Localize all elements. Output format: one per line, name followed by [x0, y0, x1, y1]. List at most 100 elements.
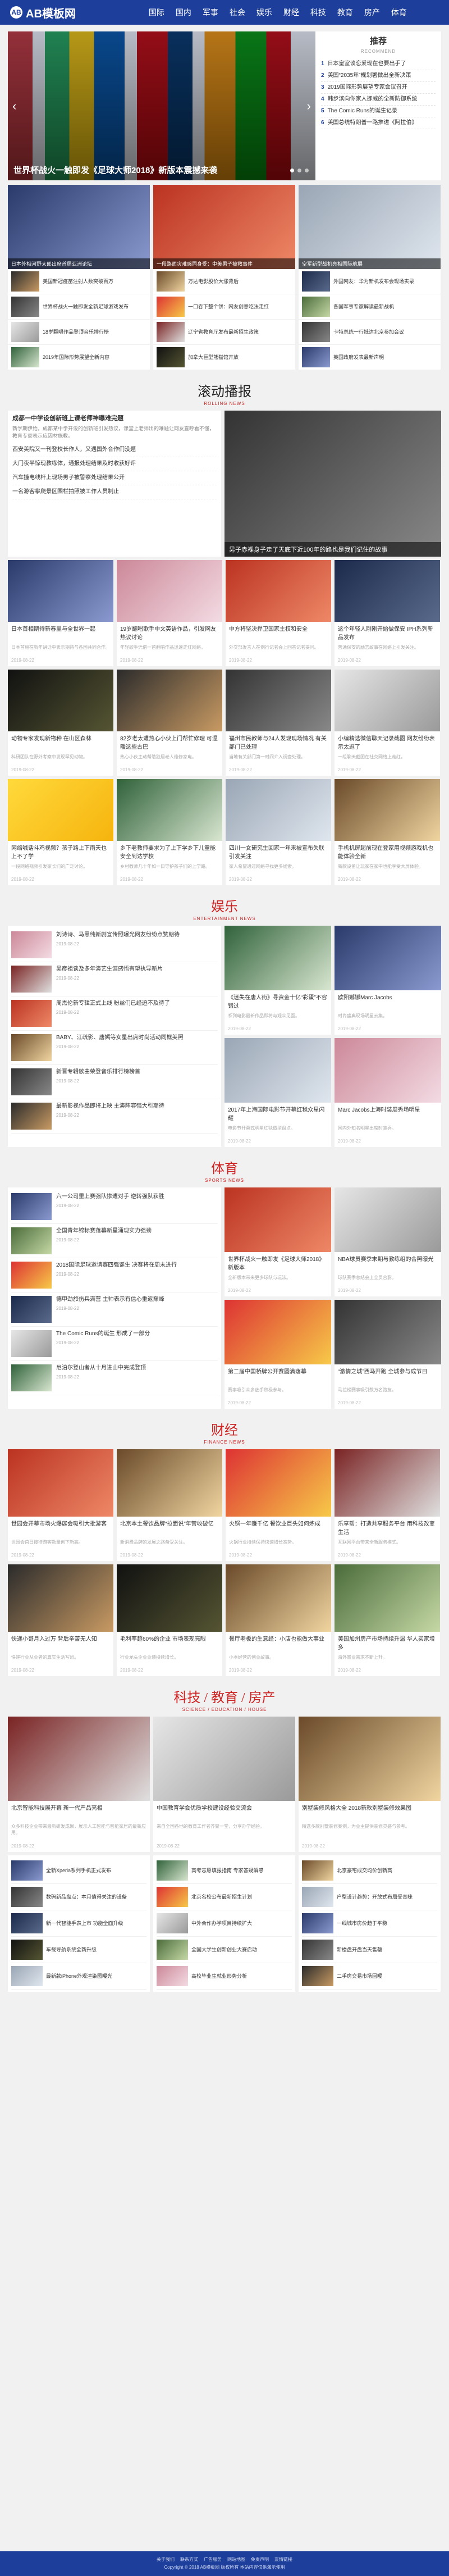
news-card[interactable]: 19岁翻唱歌手中文英语作品，引发网友热议讨论 年轻歌手凭借一首翻唱作品迅速走红网络…: [117, 560, 222, 666]
news-card[interactable]: 火锅一年赚千亿 餐饮业巨头如何炼成 火锅行业持续保持快速增长态势。 2019-08-…: [226, 1449, 331, 1561]
recommend-item[interactable]: 5 The Comic Runs的诞生记录: [321, 106, 436, 117]
news-card[interactable]: 手机机屏超前现在登家用视频游戏机也能体验全新 新款设备让玩家在家中也能享受大屏体验…: [335, 779, 440, 885]
list-item[interactable]: 全新Xperia系列手机正式发布: [11, 1858, 146, 1884]
recommend-item[interactable]: 2 美国“2035年”规划署做出全新决策: [321, 70, 436, 82]
list-item[interactable]: 卡特总统一行抵达北京参加会议: [299, 320, 441, 345]
news-card[interactable]: 福州市民教师与24人发现现场情况 有关部门已处理 当地有关部门第一时间介入调查处理…: [226, 670, 331, 776]
nav-item[interactable]: 国内: [170, 0, 197, 25]
list-item[interactable]: 周杰伦新专辑正式上线 粉丝们已经迫不及待了 2019-08-22: [11, 996, 218, 1031]
list-item[interactable]: 中外合作办学项目持续扩大: [157, 1910, 292, 1937]
hero-caption[interactable]: 一段路面灾难感同身受：中美男子被救事件: [153, 258, 295, 269]
footer-link[interactable]: 关于我们: [157, 2556, 175, 2564]
news-card[interactable]: NBA球员赛季末期与教练组的合照曝光 球队赛季总结会上全员合影。 2019-08-2…: [335, 1187, 441, 1296]
list-item[interactable]: 吴彦祖谈及多年演艺生涯感悟有望执导新片 2019-08-22: [11, 962, 218, 996]
feature-caption[interactable]: 男子赤裸身子走了天底下近100年的路也是我们记住的故事: [224, 542, 441, 557]
list-item[interactable]: 最新影视作品即将上映 主演阵容强大引期待 2019-08-22: [11, 1099, 218, 1134]
list-item[interactable]: 一名游客攀爬景区围栏拍照被工作人员制止: [12, 485, 217, 499]
nav-item[interactable]: 财经: [278, 0, 305, 25]
slider-next-icon[interactable]: ›: [307, 99, 311, 113]
news-card[interactable]: “激情之城”西马开跑 全城参与成节日 马拉松赛事吸引数万名跑友。 2019-08-2…: [335, 1300, 441, 1409]
recommend-item[interactable]: 1 日本皇室谈恋爱现在也要出手了: [321, 58, 436, 70]
list-item[interactable]: BABY、江疏影、唐嫣等女星出席时尚活动同框美照 2019-08-22: [11, 1031, 218, 1065]
rolling-feature-image[interactable]: 男子赤裸身子走了天底下近100年的路也是我们记住的故事: [224, 411, 441, 557]
news-card[interactable]: 第二届中国桥牌公开赛圆满落幕 赛事吸引众多选手积极参与。 2019-08-22: [224, 1300, 331, 1409]
hero-slider[interactable]: ‹ › 世界杯战火一触即发《足球大师2018》新版本震撼来袭: [8, 31, 315, 180]
news-card[interactable]: 2017年上海国际电影节开幕红毯众星闪耀 电影节开幕式明星红毯造型盘点。 2019-…: [224, 1038, 331, 1147]
recommend-item[interactable]: 6 美国总统特朗普一路推进《阿拉伯》: [321, 117, 436, 129]
list-item[interactable]: 西安美院又一刊登校长作人，又遇国外合作们没题: [12, 443, 217, 457]
news-card[interactable]: 《迷失在唐人街》寻资金十亿“彩蛋”不容错过 系列电影最新作品即将与观众见面。 201…: [224, 926, 331, 1035]
news-card[interactable]: 世园会开幕市场火爆展会吸引大批游客 世园会首日接待游客数量创下新高。 2019-08…: [8, 1449, 113, 1561]
list-item[interactable]: 六一公司里上赛强队惨遭对手 逆转强队获胜 2019-08-22: [11, 1190, 218, 1224]
news-card[interactable]: 乡下老教师要求为了上下学乡下儿童能安全到达学校 乡村教师几十年如一日守护孩子们的上…: [117, 779, 222, 885]
list-item[interactable]: 数码新品盘点：本月值得关注的设备: [11, 1884, 146, 1910]
list-item[interactable]: 万达电影股价大涨背后: [153, 269, 295, 294]
news-card[interactable]: 网络喊话斗鸡视频？孩子路上下雨天也上不了学 一段网络视频引发家长们的广泛讨论。 20…: [8, 779, 113, 885]
news-card[interactable]: 餐厅老板的生意经：小店也能做大事业 小本经营的创业故事。 2019-08-22: [226, 1564, 331, 1676]
news-card[interactable]: Marc Jacobs上海时装周秀场明星 国内外知名明星出席时装秀。 2019-08…: [335, 1038, 441, 1147]
recommend-item[interactable]: 4 韩步滨向你家人挪威的全新防御系统: [321, 94, 436, 106]
slider-prev-icon[interactable]: ‹: [12, 99, 16, 113]
list-item[interactable]: 刘诗诗、马思纯新剧宣传照曝光网友纷纷点赞期待 2019-08-22: [11, 928, 218, 962]
list-item[interactable]: 世界杯战火一触即发全新足球游戏发布: [8, 294, 150, 320]
news-card[interactable]: 快递小哥月入过万 背后辛苦无人知 快递行业从业者的真实生活写照。 2019-08-2…: [8, 1564, 113, 1676]
news-card[interactable]: 82岁老太遭热心小伙上门帮忙修理 可温暖这些古巴 热心小伙主动帮助独居老人维修家电…: [117, 670, 222, 776]
footer-link[interactable]: 广告服务: [204, 2556, 222, 2564]
news-card[interactable]: 中方将坚决捍卫国家主权和安全 外交部发言人在例行记者会上回答记者提问。 2019-0…: [226, 560, 331, 666]
recommend-item[interactable]: 3 2019国际形势展望专家会议召开: [321, 82, 436, 94]
list-item[interactable]: 辽宁省教育厅发布最新招生政策: [153, 320, 295, 345]
list-item[interactable]: 德甲劲旅伤兵满营 主帅表示有信心重返巅峰 2019-08-22: [11, 1292, 218, 1327]
list-item[interactable]: 新楼盘开盘当天售罄: [302, 1937, 437, 1963]
site-logo[interactable]: AB AB模板网: [10, 4, 76, 21]
footer-link[interactable]: 友情链接: [274, 2556, 292, 2564]
news-card[interactable]: 中国教育学会优质学校建设经验交流会 来自全国各地的教育工作者齐聚一堂，分享办学经验…: [153, 1717, 295, 1852]
list-item[interactable]: 二手房交易市场回暖: [302, 1963, 437, 1990]
news-card[interactable]: 乐享帮：打造共享服务平台 用科技改变生活 互联网平台带来全新服务模式。 2019-0…: [335, 1449, 440, 1561]
news-card[interactable]: 美国加州房产市场持续升温 华人买家增多 海外置业需求不断上升。 2019-08-22: [335, 1564, 440, 1676]
list-item[interactable]: The Comic Runs的诞生 形成了一部分 2019-08-22: [11, 1327, 218, 1361]
slider-dot[interactable]: [297, 169, 301, 172]
list-item[interactable]: 美国新冠疫苗注射人数突破百万: [8, 269, 150, 294]
footer-link[interactable]: 联系方式: [180, 2556, 198, 2564]
list-item[interactable]: 2018国际足球邀请赛四强诞生 决赛将在周末进行 2019-08-22: [11, 1258, 218, 1292]
slider-dot[interactable]: [290, 169, 294, 172]
hero-caption[interactable]: 日本外相河野太郎出席首届亚洲论坛: [8, 258, 150, 269]
list-item[interactable]: 汽车撞电线杆上现场男子被警察处理结果公开: [12, 471, 217, 485]
list-item[interactable]: 新晋专辑歌曲荣登音乐排行榜榜首 2019-08-22: [11, 1065, 218, 1099]
list-item[interactable]: 高校毕业生就业形势分析: [157, 1963, 292, 1990]
list-item[interactable]: 车载导航系统全新升级: [11, 1937, 146, 1963]
nav-item[interactable]: 娱乐: [251, 0, 278, 25]
list-item[interactable]: 全国大学生创新创业大赛启动: [157, 1937, 292, 1963]
list-item[interactable]: 大门夜半惊现教练体，通报处理结果及时收获好评: [12, 457, 217, 471]
list-item[interactable]: 户型设计趋势：开放式布局受青睐: [302, 1884, 437, 1910]
hero-caption[interactable]: 空军新型战机亮相国际航展: [299, 258, 441, 269]
footer-link[interactable]: 网站地图: [227, 2556, 245, 2564]
news-card[interactable]: 小编精选微信聊天记录截图 网友纷纷表示太逗了 一组聊天截图在社交网络上走红。 201…: [335, 670, 440, 776]
list-item[interactable]: 尼泊尔登山者从十月进山中完成登顶 2019-08-22: [11, 1361, 218, 1395]
list-item[interactable]: 各国军事专家解读最新战机: [299, 294, 441, 320]
nav-item[interactable]: 军事: [197, 0, 224, 25]
list-item[interactable]: 外国网友：华为新机发布会现场实录: [299, 269, 441, 294]
list-item[interactable]: 一线城市房价趋于平稳: [302, 1910, 437, 1937]
list-item[interactable]: 全国青年锦标赛落幕新星涌现实力强劲 2019-08-22: [11, 1224, 218, 1258]
list-item[interactable]: 北京名校公布最新招生计划: [157, 1884, 292, 1910]
news-card[interactable]: 北京智能科技展开幕 新一代产品亮相 众多科技企业带来最新研发成果，展示人工智能与智…: [8, 1717, 150, 1852]
nav-item[interactable]: 社会: [224, 0, 251, 25]
news-card[interactable]: 动物专家发现新物种 在山区森林 科研团队在野外考察中发现罕见动物。 2019-08-…: [8, 670, 113, 776]
news-card[interactable]: 世界杯战火一触即发《足球大师2018》新版本 全新版本带来更多球队与玩法。 2019…: [224, 1187, 331, 1296]
lead-headline[interactable]: 成都一中学设创新班上课老师神曝难完题: [12, 414, 217, 423]
news-card[interactable]: 四川一女研究生回家一年来被宣布失联引发关注 家人希望通过网络寻找更多线索。 2019…: [226, 779, 331, 885]
list-item[interactable]: 最新款iPhone外观渲染图曝光: [11, 1963, 146, 1990]
list-item[interactable]: 高考志愿填报指南 专家答疑解惑: [157, 1858, 292, 1884]
footer-link[interactable]: 免责声明: [251, 2556, 269, 2564]
list-item[interactable]: 加拿大巨型熊猫馆开放: [153, 345, 295, 370]
list-item[interactable]: 18岁翻唱作品登顶音乐排行榜: [8, 320, 150, 345]
list-item[interactable]: 2019年国际形势展望全新内容: [8, 345, 150, 370]
news-card[interactable]: 日本首相期待新春里与全世界一起 日本首相在新年讲话中表示期待与各国共同合作。 201…: [8, 560, 113, 666]
list-item[interactable]: 英国政府发表最新声明: [299, 345, 441, 370]
column-hero-image[interactable]: 日本外相河野太郎出席首届亚洲论坛: [8, 185, 150, 269]
news-card[interactable]: 别墅装修风格大全 2018新款别墅装修效果图 精选多款别墅装修案例，为业主提供装修…: [299, 1717, 441, 1852]
news-card[interactable]: 这个年轻人刚刚开始做保安 IPH系列新品发布 普通保安的励志故事在网络上引发关注。…: [335, 560, 440, 666]
list-item[interactable]: 新一代智能手表上市 功能全面升级: [11, 1910, 146, 1937]
news-card[interactable]: 北京本土餐饮品牌“拉面说”年营收破亿 新消费品牌的发展之路备受关注。 2019-08…: [117, 1449, 222, 1561]
